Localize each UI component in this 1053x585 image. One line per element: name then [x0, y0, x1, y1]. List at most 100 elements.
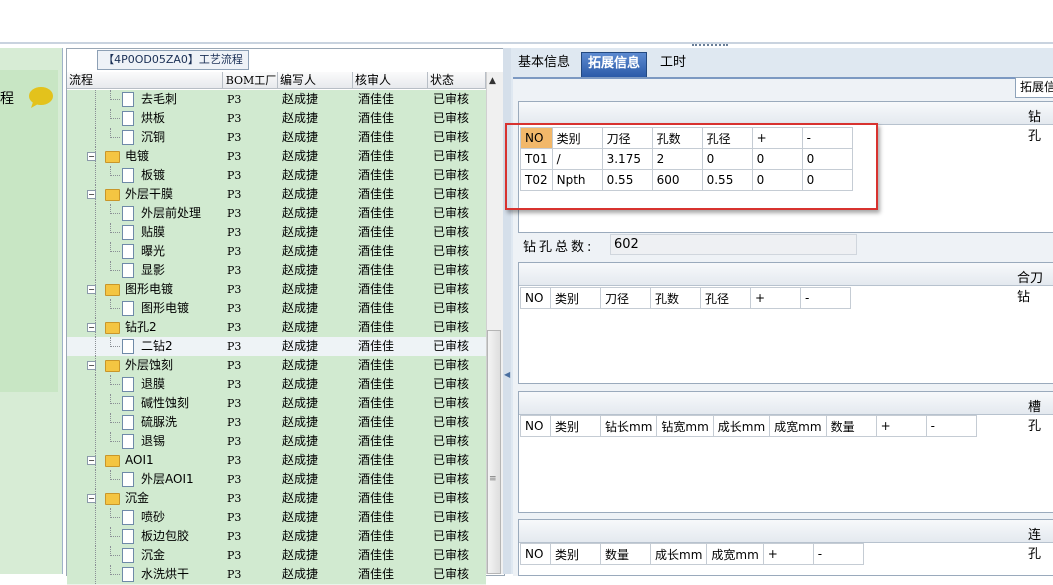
process-step-row[interactable]: 板边包胶 P3 赵成捷 酒佳佳 已审核 — [67, 527, 486, 547]
reviewer-name: 酒佳佳 — [358, 111, 395, 125]
status-text: 已审核 — [433, 301, 470, 315]
tree-line — [110, 175, 120, 176]
collapse-toggle-icon[interactable]: − — [87, 190, 96, 199]
document-icon — [122, 301, 134, 316]
bom-factory: P3 — [227, 340, 242, 353]
column-header-reviewer[interactable]: 核审人 — [353, 72, 428, 89]
collapse-arrow-icon[interactable]: ◀ — [504, 370, 510, 379]
bom-factory: P3 — [227, 378, 242, 391]
tree-line — [95, 527, 96, 546]
combined-header-count: 孔数 — [650, 287, 701, 309]
linked-header-no: NO — [520, 543, 551, 565]
combined-header-no: NO — [520, 287, 551, 309]
process-step-row[interactable]: 外层AOI1 P3 赵成捷 酒佳佳 已审核 — [67, 470, 486, 490]
process-step-row[interactable]: 沉铜 P3 赵成捷 酒佳佳 已审核 — [67, 128, 486, 148]
tree-line — [110, 574, 120, 575]
process-step-row[interactable]: 图形电镀 P3 赵成捷 酒佳佳 已审核 — [67, 299, 486, 319]
slot-header-minus: - — [925, 415, 977, 437]
tree-line — [95, 413, 96, 432]
status-text: 已审核 — [433, 111, 470, 125]
tree-line — [110, 441, 120, 442]
highlight-box — [505, 123, 878, 210]
scroll-up-arrow-icon[interactable]: ▲ — [489, 76, 496, 86]
sub-tab-extended[interactable]: 拓展信 — [1015, 77, 1053, 98]
process-group-row[interactable]: − AOI1 P3 赵成捷 酒佳佳 已审核 — [67, 451, 486, 471]
drill-total-field[interactable]: 602 — [610, 234, 857, 255]
slot-header-finish-width: 成宽mm — [769, 415, 827, 437]
process-step-row[interactable]: 显影 P3 赵成捷 酒佳佳 已审核 — [67, 261, 486, 281]
tree-line — [95, 470, 96, 489]
process-group-row[interactable]: − 沉金 P3 赵成捷 酒佳佳 已审核 — [67, 489, 486, 509]
linked-hole-table: NO 类别 数量 成长mm 成宽mm + - — [520, 543, 864, 565]
process-group-row[interactable]: − 电镀 P3 赵成捷 酒佳佳 已审核 — [67, 147, 486, 167]
chat-bubble-icon[interactable] — [27, 86, 55, 108]
process-step-row[interactable]: 退膜 P3 赵成捷 酒佳佳 已审核 — [67, 375, 486, 395]
process-step-row[interactable]: 烘板 P3 赵成捷 酒佳佳 已审核 — [67, 109, 486, 129]
reviewer-name: 酒佳佳 — [358, 206, 395, 220]
status-text: 已审核 — [433, 282, 470, 296]
process-group-row[interactable]: − 图形电镀 P3 赵成捷 酒佳佳 已审核 — [67, 280, 486, 300]
collapse-toggle-icon[interactable]: − — [87, 456, 96, 465]
combined-drill-group-header — [519, 263, 1053, 286]
collapse-toggle-icon[interactable]: − — [87, 494, 96, 503]
reviewer-name: 酒佳佳 — [358, 491, 395, 505]
process-step-row[interactable]: 喷砂 P3 赵成捷 酒佳佳 已审核 — [67, 508, 486, 528]
bom-factory: P3 — [227, 93, 242, 106]
combined-header-plus: + — [750, 287, 801, 309]
process-group-row[interactable]: − 外层蚀刻 P3 赵成捷 酒佳佳 已审核 — [67, 356, 486, 376]
bom-factory: P3 — [227, 112, 242, 125]
process-step-row[interactable]: 去毛刺 P3 赵成捷 酒佳佳 已审核 — [67, 90, 486, 110]
process-step-row[interactable]: 硫脲洗 P3 赵成捷 酒佳佳 已审核 — [67, 413, 486, 433]
process-step-row[interactable]: 沉金 P3 赵成捷 酒佳佳 已审核 — [67, 546, 486, 566]
process-step-row[interactable]: 贴膜 P3 赵成捷 酒佳佳 已审核 — [67, 223, 486, 243]
process-step-row[interactable]: 外层前处理 P3 赵成捷 酒佳佳 已审核 — [67, 204, 486, 224]
document-icon — [122, 548, 134, 563]
collapse-toggle-icon[interactable]: − — [87, 285, 96, 294]
linked-hole-group-title: 连孔 — [1028, 528, 1042, 562]
tab-basic-info[interactable]: 基本信息 — [512, 52, 576, 76]
tree-line — [110, 232, 120, 233]
process-step-row[interactable]: 水洗烘干 P3 赵成捷 酒佳佳 已审核 — [67, 565, 486, 585]
slot-header-drill-width: 钻宽mm — [656, 415, 714, 437]
status-text: 已审核 — [433, 225, 470, 239]
process-group-row[interactable]: − 外层干膜 P3 赵成捷 酒佳佳 已审核 — [67, 185, 486, 205]
process-step-row[interactable]: 曝光 P3 赵成捷 酒佳佳 已审核 — [67, 242, 486, 262]
column-header-bom-factory[interactable]: BOM工厂 — [223, 72, 278, 89]
slot-hole-table-header: NO 类别 钻长mm 钻宽mm 成长mm 成宽mm 数量 + - — [520, 415, 977, 437]
linked-hole-table-header: NO 类别 数量 成长mm 成宽mm + - — [520, 543, 864, 565]
process-step-row[interactable]: 板镀 P3 赵成捷 酒佳佳 已审核 — [67, 166, 486, 186]
left-nav-item[interactable] — [0, 70, 58, 392]
tree-line — [110, 555, 120, 556]
tree-line — [95, 166, 96, 185]
writer-name: 赵成捷 — [282, 510, 319, 524]
process-group-row[interactable]: − 钻孔2 P3 赵成捷 酒佳佳 已审核 — [67, 318, 486, 338]
process-name: 退锡 — [141, 434, 166, 448]
status-text: 已审核 — [433, 396, 470, 410]
folder-icon — [105, 360, 120, 372]
writer-name: 赵成捷 — [282, 244, 319, 258]
column-header-process[interactable]: 流程 — [67, 72, 223, 89]
tab-work-hours[interactable]: 工时 — [654, 52, 692, 76]
process-name: 板边包胶 — [141, 529, 190, 543]
collapse-toggle-icon[interactable]: − — [87, 152, 96, 161]
bom-factory: P3 — [227, 416, 242, 429]
document-icon — [122, 415, 134, 430]
collapse-toggle-icon[interactable]: − — [87, 361, 96, 370]
combined-drill-group-title: 合刀钻 — [1017, 271, 1044, 305]
combined-header-hole-size: 孔径 — [700, 287, 751, 309]
tree-line — [95, 508, 96, 527]
tab-extended-info[interactable]: 拓展信息 — [581, 52, 648, 77]
process-scrollbar-thumb[interactable] — [487, 330, 501, 574]
column-header-writer[interactable]: 编写人 — [278, 72, 353, 89]
column-header-status[interactable]: 状态 — [428, 72, 486, 89]
process-step-row[interactable]: 碱性蚀刻 P3 赵成捷 酒佳佳 已审核 — [67, 394, 486, 414]
tree-line — [95, 299, 96, 318]
collapse-toggle-icon[interactable]: − — [87, 323, 96, 332]
process-step-row[interactable]: 退锡 P3 赵成捷 酒佳佳 已审核 — [67, 432, 486, 452]
bom-factory: P3 — [227, 435, 242, 448]
bom-factory: P3 — [227, 150, 242, 163]
status-text: 已审核 — [433, 130, 470, 144]
process-step-row[interactable]: 二钻2 P3 赵成捷 酒佳佳 已审核 — [67, 337, 486, 357]
status-text: 已审核 — [433, 92, 470, 106]
process-name: 电镀 — [125, 149, 150, 163]
